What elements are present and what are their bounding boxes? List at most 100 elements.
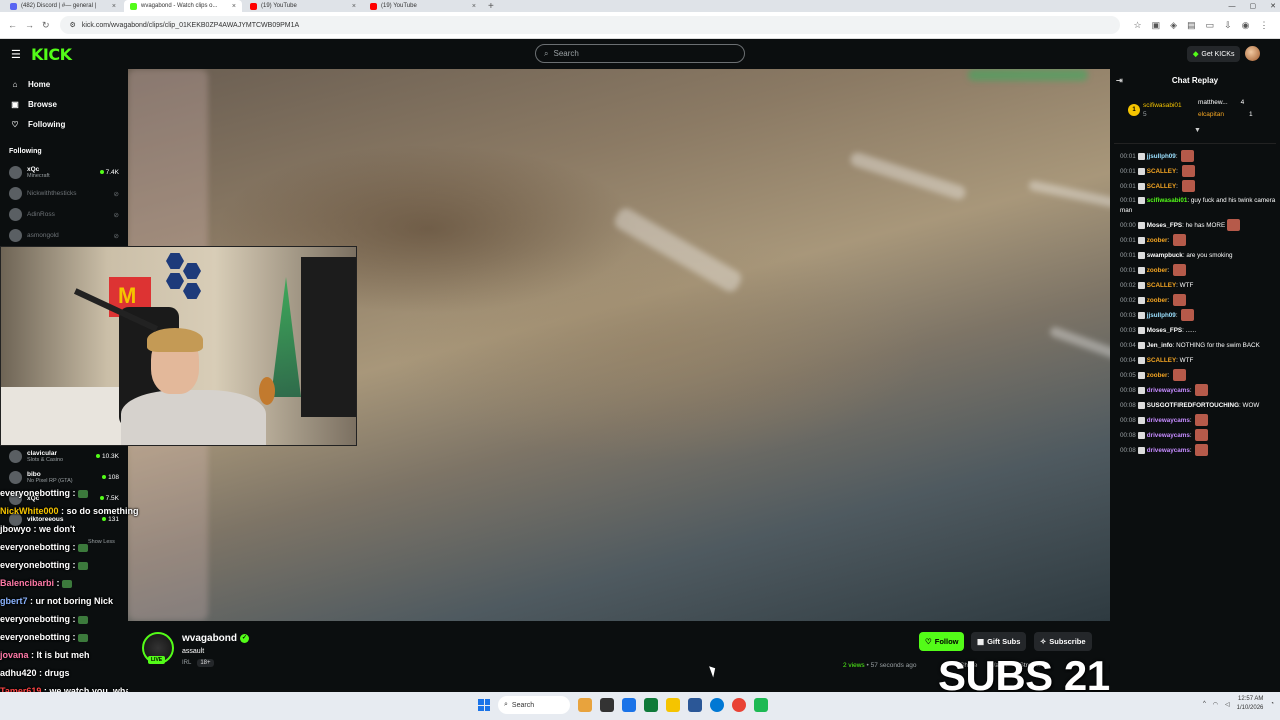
minimize-icon[interactable]: — (1229, 3, 1236, 10)
sidebar-nav-home[interactable]: ⌂ Home (0, 74, 128, 94)
chat-username[interactable]: SCALLEY (1147, 168, 1176, 175)
chat-username[interactable]: drivewaycams (1147, 432, 1190, 439)
browser-tab[interactable]: (482) Discord | #— general | × (4, 0, 122, 12)
chat-emote-icon (1172, 369, 1186, 382)
extension-icon[interactable]: ▣ (1152, 20, 1161, 31)
chat-username[interactable]: SCALLEY (1147, 183, 1176, 190)
download-icon[interactable]: ⇩ (1224, 20, 1232, 31)
chat-username[interactable]: zoober (1147, 372, 1168, 379)
chat-username[interactable]: SCALLEY (1147, 282, 1176, 289)
tab-title: (482) Discord | #— general | (21, 3, 97, 9)
followed-channel[interactable]: AdinRoss ⊘ (0, 204, 128, 225)
top-gifter-2[interactable]: matthew... 4 (1198, 99, 1244, 106)
taskbar-app-icon[interactable] (622, 698, 636, 712)
category-tag[interactable]: IRL (182, 660, 191, 666)
puzzle-icon[interactable]: ◈ (1170, 20, 1177, 31)
expand-gifters-icon[interactable]: ▼ (1194, 127, 1201, 134)
hamburger-menu-icon[interactable]: ☰ (11, 48, 21, 61)
taskbar-app-icon[interactable] (688, 698, 702, 712)
tab-close-icon[interactable]: × (112, 3, 116, 10)
taskbar-app-icon[interactable] (710, 698, 724, 712)
video-blur-highlight (1027, 179, 1110, 209)
followed-channel[interactable]: xQc Minecraft 7.4K (0, 162, 128, 183)
forward-icon[interactable]: → (25, 20, 34, 31)
kick-logo[interactable]: KICK (31, 45, 72, 64)
taskbar-app-icon[interactable] (644, 698, 658, 712)
channel-name: clavicular (27, 449, 57, 457)
overlay-chat-line: NickWhite000 : so do something (0, 502, 200, 520)
search-input[interactable]: ⌕ Search (535, 44, 745, 63)
chat-username[interactable]: zoober (1147, 297, 1168, 304)
chat-colon: : (1189, 447, 1194, 454)
tray-chevron-icon[interactable]: ^ (1203, 701, 1206, 707)
profile-icon[interactable]: ◉ (1242, 20, 1250, 31)
site-info-icon[interactable]: ⚙ (70, 21, 76, 29)
chat-username[interactable]: drivewaycams (1147, 387, 1190, 394)
chat-username[interactable]: Moses_FPS (1147, 327, 1182, 334)
user-avatar[interactable] (1245, 46, 1260, 61)
reload-icon[interactable]: ↻ (42, 20, 50, 31)
tab-close-icon[interactable]: × (352, 3, 356, 10)
windows-start-icon[interactable] (478, 699, 490, 711)
split-view-icon[interactable]: ▤ (1187, 20, 1196, 31)
nav-label: Home (28, 79, 51, 89)
new-tab-icon[interactable]: + (484, 1, 498, 12)
subscribe-button[interactable]: ✧ Subscribe (1034, 632, 1092, 651)
chat-username[interactable]: zoober (1147, 267, 1168, 274)
followed-channel-name: asmongold (27, 232, 59, 239)
chat-username[interactable]: scifiwasabi01 (1147, 197, 1188, 204)
chat-message: 00:01 swampbuck: are you smoking (1120, 248, 1276, 263)
cast-icon[interactable]: ▭ (1206, 20, 1215, 31)
chat-emote-icon (78, 561, 89, 570)
collapse-chat-icon[interactable]: ⇥ (1116, 76, 1123, 85)
chat-username[interactable]: drivewaycams (1147, 447, 1190, 454)
channel-avatar (9, 450, 22, 463)
chat-username[interactable]: jjsullph09 (1147, 312, 1176, 319)
taskbar-clock[interactable]: 12:57 AM 1/10/2026 (1237, 695, 1264, 713)
taskbar-app-icon[interactable] (600, 698, 614, 712)
browser-tab[interactable]: (19) YouTube × (364, 0, 482, 12)
browser-tab[interactable]: wvagabond - Watch clips o... × (124, 0, 242, 12)
top-gifter-1[interactable]: 1 scifiwasabi01 5 (1128, 101, 1182, 119)
chat-username[interactable]: SUSGOTFIREDFORTOUCHING (1147, 402, 1239, 409)
followed-channel[interactable]: asmongold ⊘ (0, 225, 128, 246)
wifi-icon[interactable]: ◠ (1213, 701, 1218, 708)
chat-messages: 00:01 jjsullph09: 00:01 SCALLEY: 00:01 SCAL… (1110, 144, 1280, 458)
viewer-count-value: 7.4K (105, 169, 119, 176)
menu-dots-icon[interactable]: ⋮ (1260, 20, 1269, 31)
notification-bell-icon[interactable]: ◔ (1270, 701, 1274, 707)
url-field[interactable]: ⚙ kick.com/wvagabond/clips/clip_01KEKB0Z… (59, 16, 1120, 34)
follow-button[interactable]: ♡ Follow (919, 632, 965, 651)
maximize-icon[interactable]: ▢ (1250, 2, 1257, 10)
back-icon[interactable]: ← (8, 20, 17, 31)
sidebar-nav-following[interactable]: ♡ Following (0, 114, 128, 134)
chat-username[interactable]: swampbuck (1147, 252, 1183, 259)
bookmark-star-icon[interactable]: ☆ (1134, 20, 1142, 31)
get-kicks-button[interactable]: ◆ Get KICKs (1187, 46, 1241, 62)
chat-username[interactable]: SCALLEY (1147, 357, 1176, 364)
taskbar-app-icon[interactable] (732, 698, 746, 712)
followed-channel[interactable]: clavicular Slots & Casino 10.3K (0, 446, 128, 467)
top-gifter-3[interactable]: elcapitan 1 (1198, 111, 1253, 118)
chat-username[interactable]: zoober (1147, 237, 1168, 244)
browser-tab[interactable]: (19) YouTube × (244, 0, 362, 12)
taskbar-app-icon[interactable] (666, 698, 680, 712)
volume-icon[interactable]: ◁ (1225, 701, 1230, 708)
chat-username[interactable]: jjsullph09 (1147, 153, 1176, 160)
channel-name[interactable]: wvagabond (182, 633, 237, 644)
gift-subs-button[interactable]: ▦ Gift Subs (971, 632, 1027, 651)
close-window-icon[interactable]: ✕ (1270, 2, 1276, 10)
sidebar-nav-browse[interactable]: ▣ Browse (0, 94, 128, 114)
live-dot-icon (96, 454, 100, 459)
chat-username[interactable]: Moses_FPS (1147, 222, 1182, 229)
view-count: 2 views (843, 662, 865, 669)
followed-channel[interactable]: Nickwiththesticks ⊘ (0, 183, 128, 204)
chat-username[interactable]: drivewaycams (1147, 417, 1190, 424)
tab-close-icon[interactable]: × (232, 3, 236, 10)
taskbar-app-icon[interactable] (754, 698, 768, 712)
taskbar-app-icon[interactable] (578, 698, 592, 712)
taskbar-search[interactable]: ⌕ Search (498, 696, 570, 714)
tab-close-icon[interactable]: × (472, 3, 476, 10)
chat-timestamp: 00:01 (1120, 267, 1136, 274)
chat-username[interactable]: Jen_info (1147, 342, 1173, 349)
